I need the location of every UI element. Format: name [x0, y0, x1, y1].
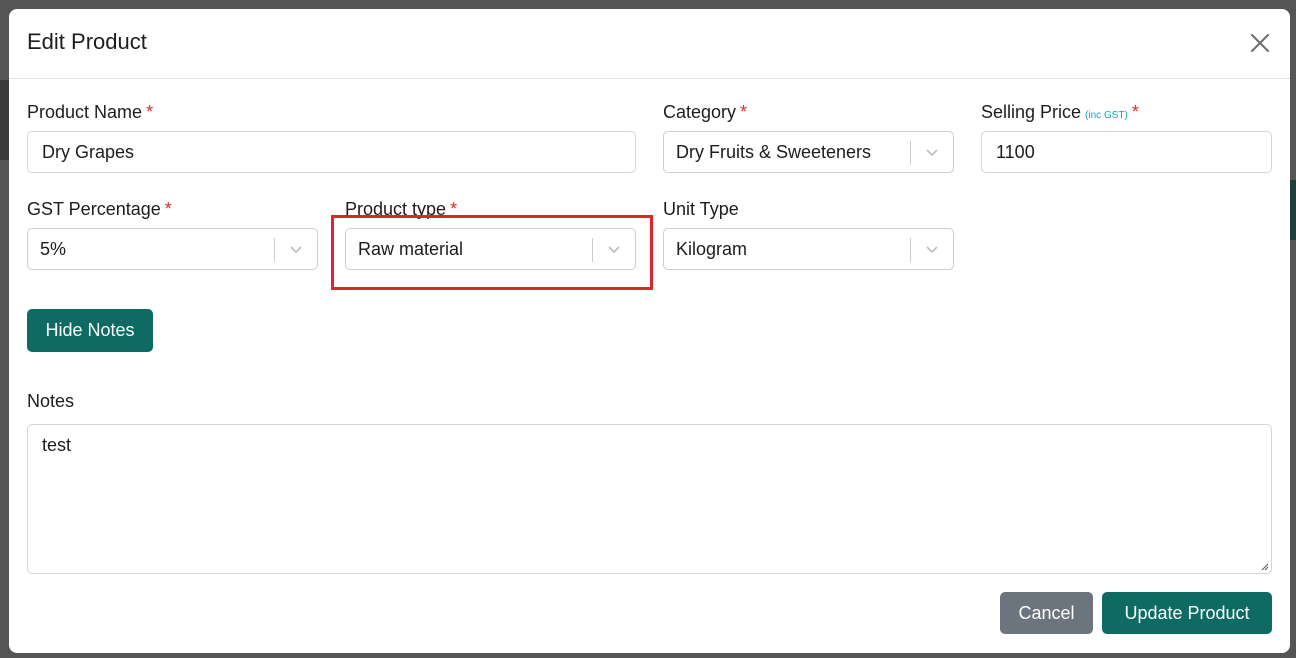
unit-type-field: Unit Type Kilogram — [663, 197, 954, 272]
unit-type-label: Unit Type — [663, 199, 739, 219]
required-marker: * — [740, 102, 748, 122]
select-separator — [592, 238, 593, 262]
required-marker: * — [1131, 102, 1139, 122]
category-select[interactable]: Dry Fruits & Sweeteners — [663, 131, 954, 173]
notes-text: test — [42, 435, 72, 455]
product-type-field: Product type * Raw material — [345, 197, 636, 272]
selling-price-input[interactable]: 1100 — [981, 131, 1272, 173]
chevron-down-icon[interactable] — [923, 240, 941, 258]
gst-percentage-select[interactable]: 5% — [27, 228, 318, 270]
category-selected-value: Dry Fruits & Sweeteners — [676, 142, 872, 162]
product-type-select[interactable]: Raw material — [345, 228, 636, 270]
product-type-label: Product type * — [345, 199, 458, 219]
close-button[interactable] — [1248, 31, 1272, 55]
select-separator — [910, 238, 911, 262]
product-name-input[interactable]: Dry Grapes — [27, 131, 636, 173]
notes-label: Notes — [27, 391, 75, 411]
category-label: Category * — [663, 102, 748, 122]
selling-price-label: Selling Price (inc GST) * — [981, 102, 1139, 122]
modal-title: Edit Product — [27, 29, 147, 54]
required-marker: * — [450, 199, 458, 219]
notes-textarea[interactable]: test — [27, 424, 1272, 574]
close-icon — [1251, 34, 1269, 52]
hide-notes-button[interactable]: Hide Notes — [27, 309, 153, 352]
product-name-field: Product Name * Dry Grapes — [27, 100, 636, 175]
product-name-label: Product Name * — [27, 102, 154, 122]
inc-gst-note: (inc GST) — [1085, 110, 1128, 121]
required-marker: * — [146, 102, 154, 122]
edit-product-modal: Edit Product Product Name * Dry Grapes Ca… — [9, 9, 1290, 653]
gst-percentage-field: GST Percentage * 5% — [27, 197, 318, 272]
chevron-down-icon[interactable] — [923, 143, 941, 161]
select-separator — [910, 141, 911, 165]
chevron-down-icon[interactable] — [287, 240, 305, 258]
update-product-button[interactable]: Update Product — [1102, 592, 1272, 634]
unit-type-select[interactable]: Kilogram — [663, 228, 954, 270]
chevron-down-icon[interactable] — [605, 240, 623, 258]
cancel-button[interactable]: Cancel — [1000, 592, 1093, 634]
modal-header: Edit Product — [9, 9, 1290, 79]
gst-percentage-label: GST Percentage * — [27, 199, 172, 219]
product-type-selected-value: Raw material — [358, 239, 464, 259]
unit-type-selected-value: Kilogram — [676, 239, 748, 259]
resize-handle-icon[interactable] — [1259, 561, 1269, 571]
required-marker: * — [164, 199, 172, 219]
category-field: Category * Dry Fruits & Sweeteners — [663, 100, 954, 175]
selling-price-field: Selling Price (inc GST) * 1100 — [981, 100, 1272, 175]
select-separator — [274, 238, 275, 262]
gst-selected-value: 5% — [40, 239, 67, 259]
